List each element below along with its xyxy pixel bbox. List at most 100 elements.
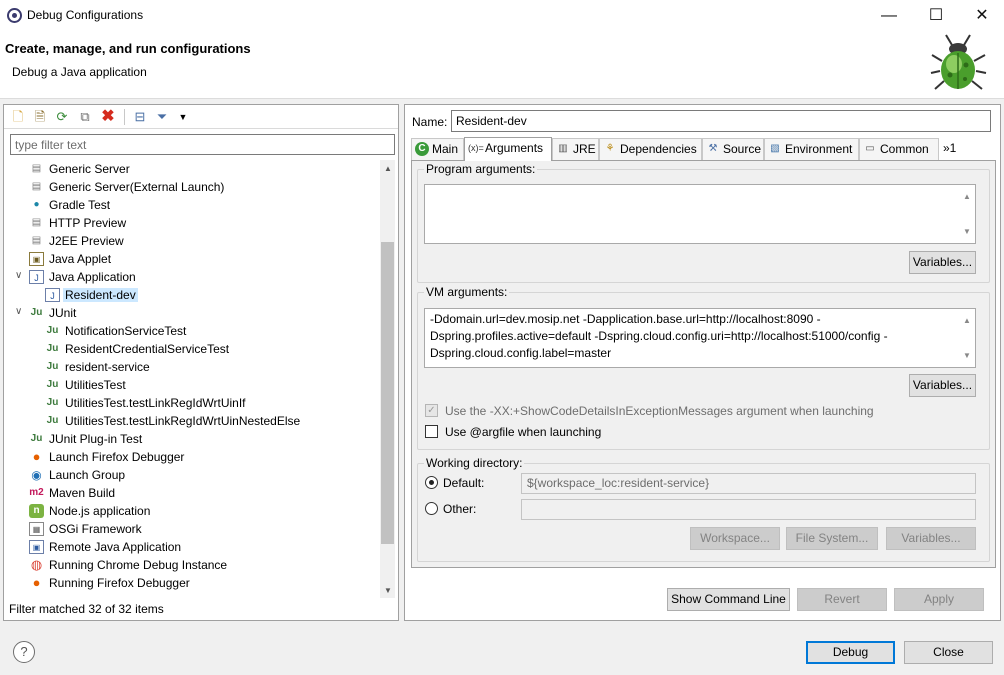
name-input[interactable]: [451, 110, 991, 132]
scroll-down-icon[interactable]: ▼: [963, 223, 971, 240]
tree-item[interactable]: m2 Maven Build: [4, 484, 374, 502]
tree-item-label: Running Firefox Debugger: [49, 576, 190, 590]
tree-item[interactable]: ● Launch Firefox Debugger: [4, 448, 374, 466]
tree-item-label: J2EE Preview: [49, 234, 124, 248]
junit-icon: Ju: [30, 307, 43, 318]
program-arguments-textarea[interactable]: ▲ ▼: [424, 184, 976, 244]
tab-source[interactable]: ⚒ Source: [702, 138, 764, 160]
collapse-all-icon[interactable]: ⊟: [131, 108, 149, 126]
tree-item[interactable]: ▦ OSGi Framework: [4, 520, 374, 538]
tree-item[interactable]: ● Gradle Test: [4, 196, 374, 214]
apply-button[interactable]: Apply: [894, 588, 984, 611]
tree-item[interactable]: Ju resident-service: [4, 358, 374, 376]
tree-item[interactable]: Ju NotificationServiceTest: [4, 322, 374, 340]
other-radio[interactable]: [425, 502, 438, 515]
duplicate-icon[interactable]: ⧉: [76, 108, 94, 126]
tree-item[interactable]: ∨ J Java Application: [4, 268, 374, 286]
firefox-icon: ●: [32, 449, 41, 464]
tree-item[interactable]: ● Running Firefox Debugger: [4, 574, 374, 592]
default-radio[interactable]: [425, 476, 438, 489]
other-directory-input[interactable]: [521, 499, 976, 520]
tree-item-label: Launch Firefox Debugger: [49, 450, 185, 464]
junit-icon: Ju: [46, 343, 59, 354]
revert-button[interactable]: Revert: [797, 588, 887, 611]
tab-environment[interactable]: ▧ Environment: [764, 138, 859, 160]
scroll-down-icon[interactable]: ▼: [384, 586, 392, 595]
tree-item[interactable]: Ju UtilitiesTest: [4, 376, 374, 394]
program-variables-button[interactable]: Variables...: [909, 251, 976, 274]
tree-scrollbar-thumb[interactable]: [381, 242, 394, 544]
filter-input[interactable]: [10, 134, 395, 155]
header-title: Create, manage, and run configurations: [5, 41, 251, 56]
tab-dependencies[interactable]: ⚘ Dependencies: [599, 138, 702, 160]
new-prototype-icon[interactable]: 🗎: [31, 108, 49, 126]
filter-status: Filter matched 32 of 32 items: [9, 602, 164, 616]
tree-item[interactable]: Ju ResidentCredentialServiceTest: [4, 340, 374, 358]
workspace-button[interactable]: Workspace...: [690, 527, 780, 550]
vm-arguments-label: VM arguments:: [424, 285, 510, 299]
junit-icon: Ju: [46, 397, 59, 408]
tree-item[interactable]: Ju UtilitiesTest.testLinkRegIdWrtUinNest…: [4, 412, 374, 430]
argfile-label: Use @argfile when launching: [445, 425, 602, 439]
tree-item-label: UtilitiesTest.testLinkRegIdWrtUinNestedE…: [65, 414, 301, 428]
tree-item-selected[interactable]: J Resident-dev: [4, 286, 374, 304]
show-code-details-checkbox[interactable]: ✓: [425, 404, 438, 417]
tree-item-label: JUnit: [49, 306, 77, 320]
expand-chevron-down-icon[interactable]: ∨: [15, 270, 25, 281]
filter-icon[interactable]: ⏷: [153, 108, 171, 126]
tree-item[interactable]: ▤ Generic Server: [4, 160, 374, 178]
close-button[interactable]: Close: [904, 641, 993, 664]
tree-item-label: UtilitiesTest.testLinkRegIdWrtUinIf: [65, 396, 246, 410]
scroll-up-icon[interactable]: ▲: [963, 312, 971, 329]
nodejs-icon: n: [29, 504, 44, 518]
vm-arguments-scrollbar[interactable]: ▲ ▼: [960, 309, 975, 367]
tree-item[interactable]: ▤ Generic Server(External Launch): [4, 178, 374, 196]
tree-item-label: Java Application: [49, 270, 136, 284]
more-tabs-chevron[interactable]: »1: [939, 138, 966, 160]
tree-item[interactable]: Ju JUnit Plug-in Test: [4, 430, 374, 448]
maximize-button[interactable]: ☐: [913, 0, 959, 31]
tree-item[interactable]: ◉ Launch Group: [4, 466, 374, 484]
osgi-icon: ▦: [29, 522, 44, 536]
tab-common[interactable]: ▭ Common: [859, 138, 939, 160]
argfile-checkbox[interactable]: [425, 425, 438, 438]
scroll-up-icon[interactable]: ▲: [963, 188, 971, 205]
launch-group-icon: ◉: [31, 468, 42, 482]
tree-item[interactable]: ◍ Running Chrome Debug Instance: [4, 556, 374, 574]
title-bar: Debug Configurations — ☐ ✕: [0, 0, 1004, 31]
delete-icon[interactable]: ✖: [99, 108, 117, 126]
file-system-button[interactable]: File System...: [786, 527, 878, 550]
maven-icon: m2: [29, 487, 44, 498]
scroll-down-icon[interactable]: ▼: [963, 347, 971, 364]
program-arguments-scrollbar[interactable]: ▲ ▼: [960, 185, 975, 243]
left-toolbar: 🗋 🗎 ⟳ ⧉ ✖ ⊟ ⏷ ▼: [4, 105, 398, 129]
tab-label: Common: [880, 142, 929, 156]
tab-jre[interactable]: ▥ JRE: [552, 138, 599, 160]
view-menu-chevron-down-icon[interactable]: ▼: [174, 108, 192, 126]
java-app-icon: J: [45, 288, 60, 302]
tab-main[interactable]: C Main: [411, 138, 464, 160]
tree-item[interactable]: ∨ Ju JUnit: [4, 304, 374, 322]
tree-item[interactable]: n Node.js application: [4, 502, 374, 520]
vm-arguments-textarea[interactable]: -Ddomain.url=dev.mosip.net -Dapplication…: [424, 308, 976, 368]
close-window-button[interactable]: ✕: [959, 0, 1004, 31]
vm-variables-button[interactable]: Variables...: [909, 374, 976, 397]
help-icon[interactable]: ?: [13, 641, 35, 663]
scroll-up-icon[interactable]: ▲: [384, 164, 392, 173]
arguments-tab-icon: (x)=: [468, 143, 484, 153]
working-dir-variables-button[interactable]: Variables...: [886, 527, 976, 550]
tree-item[interactable]: ▣ Remote Java Application: [4, 538, 374, 556]
minimize-button[interactable]: —: [866, 0, 912, 31]
tab-arguments[interactable]: (x)= Arguments: [464, 137, 552, 161]
show-command-line-button[interactable]: Show Command Line: [667, 588, 790, 611]
export-icon[interactable]: ⟳: [53, 108, 71, 126]
tree-item[interactable]: ▣ Java Applet: [4, 250, 374, 268]
expand-chevron-down-icon[interactable]: ∨: [15, 306, 25, 317]
debug-button[interactable]: Debug: [806, 641, 895, 664]
tree-item[interactable]: ▤ J2EE Preview: [4, 232, 374, 250]
tree-item-label: Remote Java Application: [49, 540, 182, 554]
new-configuration-icon[interactable]: 🗋: [9, 108, 27, 126]
tree-item[interactable]: ▤ HTTP Preview: [4, 214, 374, 232]
program-arguments-label: Program arguments:: [424, 162, 538, 176]
tree-item[interactable]: Ju UtilitiesTest.testLinkRegIdWrtUinIf: [4, 394, 374, 412]
